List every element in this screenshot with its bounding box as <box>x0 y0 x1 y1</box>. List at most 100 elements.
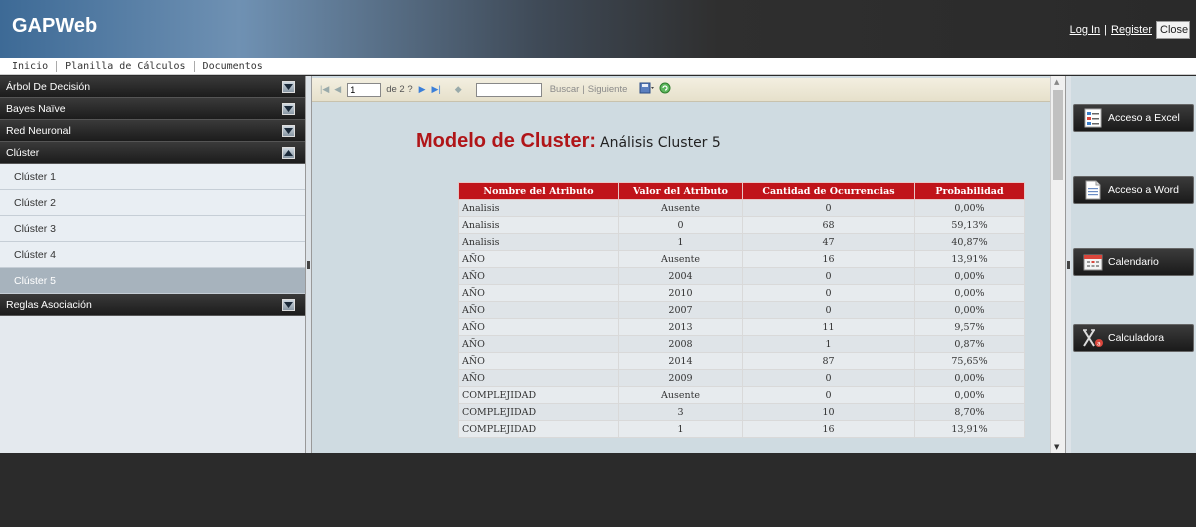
scroll-up-icon[interactable]: ▲ <box>1054 78 1059 86</box>
login-link[interactable]: Log In <box>1070 24 1101 36</box>
table-row: COMPLEJIDAD 1 16 13,91% <box>458 420 1025 438</box>
word-button[interactable]: Acceso a Word <box>1073 176 1194 204</box>
menu-divider <box>56 60 58 72</box>
table-cell: 2010 <box>618 284 743 302</box>
table-cell: 2013 <box>618 318 743 336</box>
sidebar-item-cluster-1[interactable]: Clúster 1 <box>0 164 305 190</box>
menu-item-documentos[interactable]: Documentos <box>203 61 263 72</box>
calculator-button[interactable]: a Calculadora <box>1073 324 1194 352</box>
refresh-icon[interactable] <box>659 82 671 97</box>
table-body: Analisis Ausente 0 0,00% Analisis 0 68 59,13% An… <box>458 199 1025 438</box>
table-cell: Analisis <box>458 216 619 234</box>
table-cell: 0,00% <box>914 284 1025 302</box>
table-cell: 10 <box>742 403 915 421</box>
section-arbol-decision[interactable]: Árbol De Decisión <box>0 76 305 98</box>
auth-separator: | <box>1104 24 1108 36</box>
report-subtitle: Análisis Cluster 5 <box>600 135 721 151</box>
table-row: Analisis Ausente 0 0,00% <box>458 199 1025 217</box>
scroll-thumb[interactable] <box>1053 90 1063 180</box>
section-reglas-asociacion[interactable]: Reglas Asociación <box>0 294 305 316</box>
report-title-main: Modelo de Cluster: <box>416 130 597 152</box>
splitter-handle[interactable] <box>1067 261 1070 269</box>
section-red-neuronal[interactable]: Red Neuronal <box>0 120 305 142</box>
table-row: AÑO 2008 1 0,87% <box>458 335 1025 353</box>
table-cell: COMPLEJIDAD <box>458 386 619 404</box>
toolbar-separator: | <box>582 84 585 95</box>
column-header: Valor del Atributo <box>618 182 743 200</box>
column-header: Probabilidad <box>914 182 1025 200</box>
table-cell: 3 <box>618 403 743 421</box>
table-cell: Analisis <box>458 233 619 251</box>
table-cell: 0 <box>742 199 915 217</box>
chevron-down-icon[interactable] <box>282 125 295 137</box>
next-page-icon[interactable]: ▶ <box>419 84 426 95</box>
table-cell: COMPLEJIDAD <box>458 420 619 438</box>
table-row: COMPLEJIDAD 3 10 8,70% <box>458 403 1025 421</box>
table-cell: 16 <box>742 250 915 268</box>
calendar-button[interactable]: Calendario <box>1073 248 1194 276</box>
page-number-input[interactable]: 1 <box>347 82 382 97</box>
sidebar-item-cluster-2[interactable]: Clúster 2 <box>0 190 305 216</box>
table-cell: 0 <box>742 301 915 319</box>
table-cell: 9,57% <box>914 318 1025 336</box>
table-cell: Analisis <box>458 199 619 217</box>
search-input[interactable] <box>475 82 542 97</box>
table-cell: AÑO <box>458 352 619 370</box>
find-link[interactable]: Buscar <box>550 84 580 95</box>
chevron-down-icon[interactable] <box>282 103 295 115</box>
top-menu: Inicio Planilla de Cálculos Documentos <box>0 58 1196 75</box>
sidebar-item-cluster-5[interactable]: Clúster 5 <box>0 268 305 294</box>
export-icon[interactable] <box>639 82 655 97</box>
table-cell: 0 <box>742 284 915 302</box>
table-cell: 8,70% <box>914 403 1025 421</box>
sidebar-item-cluster-4[interactable]: Clúster 4 <box>0 242 305 268</box>
table-cell: 2004 <box>618 267 743 285</box>
table-cell: 0,00% <box>914 301 1025 319</box>
chevron-down-icon[interactable] <box>282 299 295 311</box>
menu-item-inicio[interactable]: Inicio <box>12 61 48 72</box>
close-button[interactable]: Close <box>1156 21 1190 39</box>
table-cell: 0,00% <box>914 386 1025 404</box>
last-page-icon[interactable]: ▶| <box>432 84 441 95</box>
table-cell: 59,13% <box>914 216 1025 234</box>
vertical-scrollbar[interactable]: ▲ ▼ <box>1050 76 1065 453</box>
table-cell: 1 <box>618 420 743 438</box>
chevron-up-icon[interactable] <box>282 147 295 159</box>
section-label: Bayes Naïve <box>6 102 66 115</box>
chevron-down-icon[interactable] <box>282 81 295 93</box>
section-label: Reglas Asociación <box>6 298 92 311</box>
table-cell: 2009 <box>618 369 743 387</box>
sidebar-item-cluster-3[interactable]: Clúster 3 <box>0 216 305 242</box>
table-cell: AÑO <box>458 335 619 353</box>
next-link[interactable]: Siguiente <box>588 84 628 95</box>
prev-page-icon[interactable]: ◀ <box>334 84 341 95</box>
table-row: AÑO 2013 11 9,57% <box>458 318 1025 336</box>
first-page-icon[interactable]: |◀ <box>320 84 329 95</box>
section-cluster[interactable]: Clúster <box>0 142 305 164</box>
excel-button[interactable]: Acceso a Excel <box>1073 104 1194 132</box>
footer-area <box>0 453 1196 527</box>
section-label: Árbol De Decisión <box>6 80 91 93</box>
excel-icon <box>1082 108 1104 128</box>
table-cell: AÑO <box>458 250 619 268</box>
table-cell: 0,00% <box>914 369 1025 387</box>
column-header: Cantidad de Ocurrencias <box>742 182 915 200</box>
table-cell: 11 <box>742 318 915 336</box>
table-cell: 13,91% <box>914 250 1025 268</box>
menu-item-planilla[interactable]: Planilla de Cálculos <box>65 61 185 72</box>
table-cell: 1 <box>618 233 743 251</box>
table-cell: 0 <box>742 267 915 285</box>
word-document-icon <box>1082 180 1104 200</box>
sidebar: Árbol De Decisión Bayes Naïve Red Neuron… <box>0 76 306 453</box>
report-title: Modelo de Cluster: Análisis Cluster 5 <box>416 130 721 153</box>
back-icon[interactable]: ◆ <box>455 84 462 95</box>
table-cell: AÑO <box>458 318 619 336</box>
section-bayes-naive[interactable]: Bayes Naïve <box>0 98 305 120</box>
table-cell: 0,00% <box>914 267 1025 285</box>
splitter-handle[interactable] <box>307 261 310 269</box>
right-panel: Acceso a Excel Acceso a Word Calendario … <box>1071 76 1196 453</box>
scroll-down-icon[interactable]: ▼ <box>1054 443 1059 451</box>
table-row: Analisis 1 47 40,87% <box>458 233 1025 251</box>
calculator-button-label: Calculadora <box>1108 332 1165 344</box>
register-link[interactable]: Register <box>1111 24 1152 36</box>
